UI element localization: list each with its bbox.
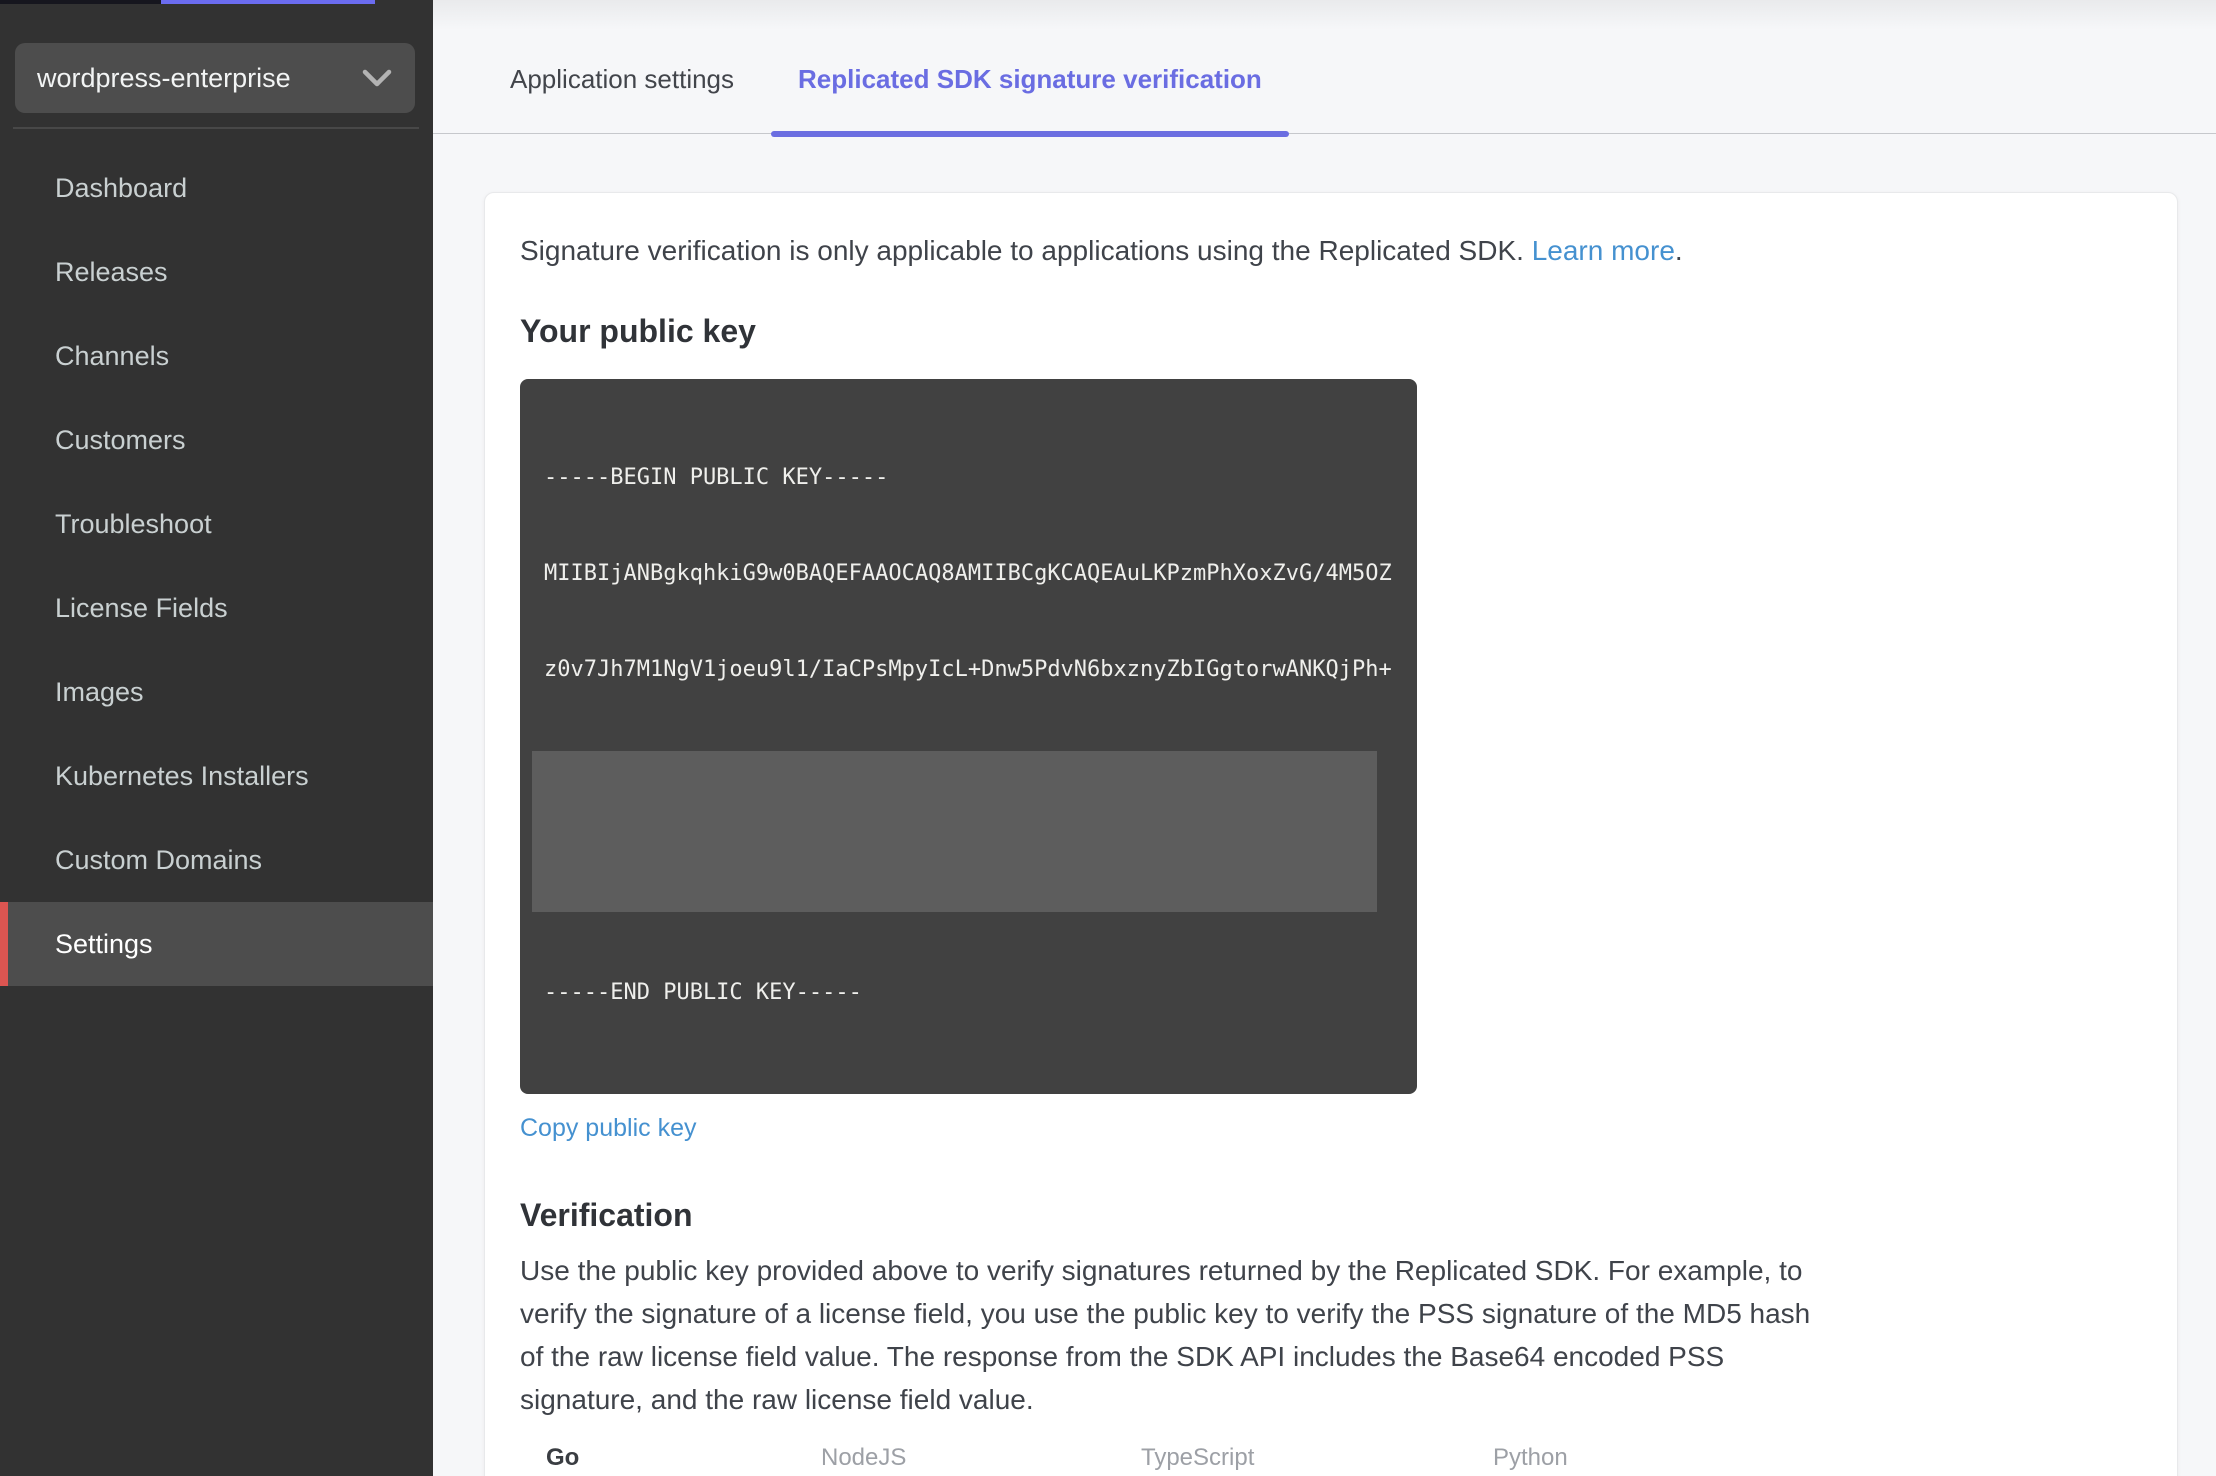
top-strip-purple-segment (161, 0, 375, 4)
lang-tab-nodejs[interactable]: NodeJS (794, 1435, 1114, 1476)
sidebar-nav: Dashboard Releases Channels Customers Troubl… (0, 146, 433, 986)
chevron-down-icon (361, 68, 393, 88)
sidebar-item-dashboard[interactable]: Dashboard (0, 146, 433, 230)
main-area: Application settings Replicated SDK sign… (433, 0, 2216, 1476)
verification-heading: Verification (520, 1197, 693, 1233)
lang-tab-typescript[interactable]: TypeScript (1114, 1435, 1466, 1476)
public-key-line: z0v7Jh7M1NgV1joeu9l1/IaCPsMpyIcL+Dnw5Pdv… (544, 657, 1392, 682)
intro-text: Signature verification is only applicabl… (520, 231, 2177, 271)
tab-replicated-sdk-signature-verification[interactable]: Replicated SDK signature verification (771, 25, 1289, 137)
sidebar-item-custom-domains[interactable]: Custom Domains (0, 818, 433, 902)
learn-more-link[interactable]: Learn more (1532, 235, 1675, 266)
public-key-block: -----BEGIN PUBLIC KEY----- MIIBIjANBgkqh… (520, 379, 1417, 1094)
top-strip-sidebar-segment (375, 0, 433, 4)
public-key-end-line: -----END PUBLIC KEY----- (544, 980, 862, 1005)
sidebar: wordpress-enterprise Dashboard Releases Ch… (0, 0, 433, 1476)
settings-tabbar: Application settings Replicated SDK sign… (433, 0, 2216, 137)
intro-text-after: . (1674, 235, 1683, 266)
sidebar-item-troubleshoot[interactable]: Troubleshoot (0, 482, 433, 566)
tab-application-settings[interactable]: Application settings (483, 25, 761, 134)
public-key-redacted-area (532, 751, 1377, 912)
sidebar-item-customers[interactable]: Customers (0, 398, 433, 482)
public-key-begin-line: -----BEGIN PUBLIC KEY----- (544, 465, 889, 490)
sidebar-item-settings[interactable]: Settings (0, 902, 433, 986)
sidebar-item-kubernetes-installers[interactable]: Kubernetes Installers (0, 734, 433, 818)
sidebar-item-releases[interactable]: Releases (0, 230, 433, 314)
top-strip-dark-segment (0, 0, 161, 4)
verification-description: Use the public key provided above to ver… (520, 1255, 1811, 1415)
public-key-line: MIIBIjANBgkqhkiG9w0BAQEFAAOCAQ8AMIIBCgKC… (544, 561, 1392, 586)
intro-text-before: Signature verification is only applicabl… (520, 235, 1532, 266)
lang-tab-go[interactable]: Go (520, 1435, 794, 1476)
sidebar-item-images[interactable]: Images (0, 650, 433, 734)
copy-public-key-link[interactable]: Copy public key (520, 1114, 696, 1143)
signature-verification-card: Signature verification is only applicabl… (484, 192, 2178, 1476)
sidebar-item-license-fields[interactable]: License Fields (0, 566, 433, 650)
top-edge-strip (0, 0, 2216, 4)
app-selector-label: wordpress-enterprise (37, 62, 291, 93)
sidebar-divider (13, 127, 419, 129)
sidebar-item-channels[interactable]: Channels (0, 314, 433, 398)
public-key-heading: Your public key (520, 313, 756, 349)
app-selector-dropdown[interactable]: wordpress-enterprise (15, 43, 415, 113)
lang-tab-python[interactable]: Python (1466, 1435, 1790, 1476)
language-tabbar: Go NodeJS TypeScript Python (520, 1435, 1792, 1476)
